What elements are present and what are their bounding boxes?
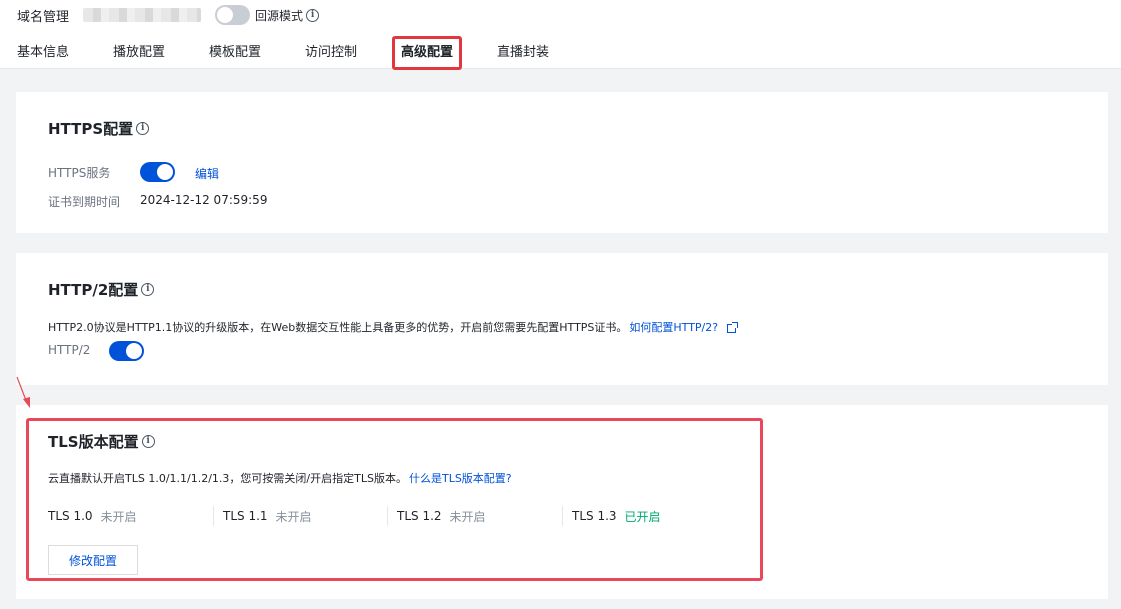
https-edit-link[interactable]: 编辑	[195, 165, 219, 182]
tab-live-packaging[interactable]: 直播封装	[497, 38, 549, 68]
info-icon[interactable]: i	[136, 122, 150, 135]
https-card-title: HTTPS配置 i	[48, 118, 150, 139]
https-title-text: HTTPS配置	[48, 120, 134, 138]
top-bar: 域名管理 回源模式 i 基本信息 播放配置 模板配置 访问控制 高级配置 直播封…	[0, 0, 1121, 69]
http2-title-text: HTTP/2配置	[48, 281, 139, 299]
http2-toggle[interactable]	[109, 341, 144, 361]
tab-annotation-highlight	[392, 36, 462, 70]
http2-toggle-label: HTTP/2	[48, 343, 91, 357]
info-icon[interactable]: i	[306, 8, 320, 22]
tab-template-config[interactable]: 模板配置	[209, 38, 261, 68]
https-service-toggle[interactable]	[140, 162, 175, 182]
tab-playback-config[interactable]: 播放配置	[113, 38, 165, 68]
toggle-knob	[157, 164, 173, 180]
http2-card-title: HTTP/2配置 i	[48, 279, 155, 300]
origin-mode-toggle[interactable]	[215, 5, 251, 25]
tls-annotation-highlight	[26, 418, 763, 581]
origin-mode-label: 回源模式	[255, 8, 304, 23]
tab-access-control[interactable]: 访问控制	[305, 38, 357, 68]
cert-expiry-value: 2024-12-12 07:59:59	[140, 193, 268, 207]
tab-bar: 基本信息 播放配置 模板配置 访问控制 高级配置 直播封装	[0, 38, 1121, 68]
toggle-knob	[217, 7, 234, 23]
cert-expiry-label: 证书到期时间	[48, 195, 121, 209]
page-title: 域名管理	[17, 9, 70, 25]
https-service-label: HTTPS服务	[48, 166, 111, 180]
annotation-arrow-icon	[16, 376, 30, 408]
tab-basic-info[interactable]: 基本信息	[17, 38, 69, 68]
info-icon[interactable]: i	[141, 283, 155, 296]
toggle-knob	[126, 343, 142, 359]
http2-help-link[interactable]: 如何配置HTTP/2?	[629, 319, 718, 335]
external-link-icon[interactable]	[727, 321, 739, 333]
https-config-card	[16, 92, 1108, 233]
http2-description: HTTP2.0协议是HTTP1.1协议的升级版本，在Web数据交互性能上具备更多…	[48, 321, 628, 334]
title-row: 域名管理 回源模式 i	[17, 5, 320, 25]
blurred-domain-name	[83, 8, 202, 22]
http2-description-row: HTTP2.0协议是HTTP1.1协议的升级版本，在Web数据交互性能上具备更多…	[48, 319, 739, 335]
